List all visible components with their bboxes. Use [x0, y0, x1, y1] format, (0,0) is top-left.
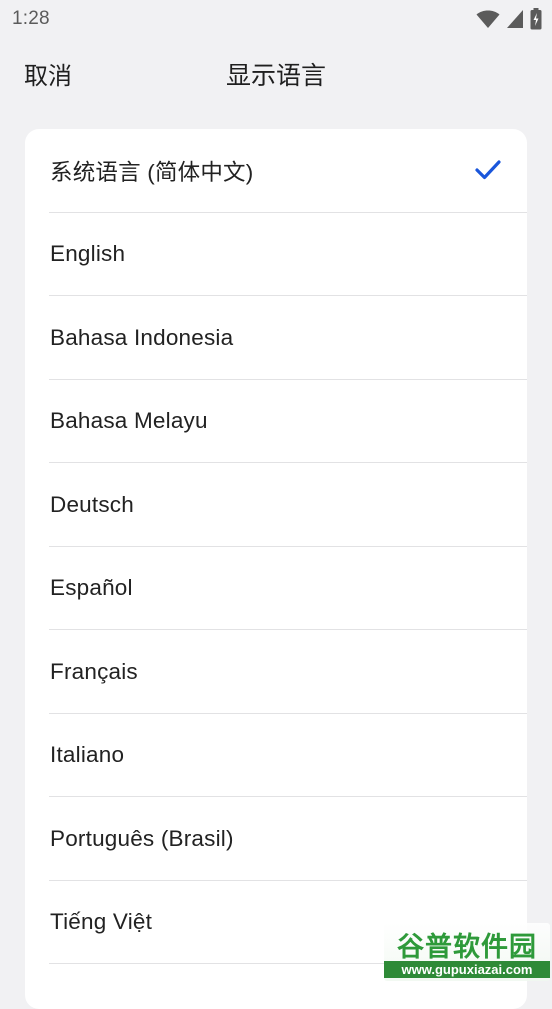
language-list-card: 系统语言 (简体中文) English Bahasa Indonesia Bah… [25, 129, 527, 1009]
language-item-bahasa-indonesia[interactable]: Bahasa Indonesia [25, 296, 527, 380]
language-label: Français [50, 658, 138, 684]
language-label: Español [50, 575, 133, 601]
cellular-signal-icon [507, 10, 523, 28]
language-item-english[interactable]: English [25, 213, 527, 297]
language-label: Tiếng Việt [50, 909, 153, 935]
language-item-francais[interactable]: Français [25, 630, 527, 714]
language-label: Português (Brasil) [50, 825, 234, 851]
status-icons [476, 8, 542, 30]
language-label: Bahasa Melayu [50, 408, 208, 434]
battery-charging-icon [530, 8, 542, 30]
page-title: 显示语言 [225, 62, 326, 90]
language-label: English [50, 241, 126, 267]
language-label: Italiano [50, 742, 125, 768]
language-label: 系统语言 (简体中文) [50, 159, 254, 185]
language-item-bahasa-melayu[interactable]: Bahasa Melayu [25, 380, 527, 464]
watermark-logo: 谷普软件园 www.gupuxiazai.com [384, 923, 550, 981]
checkmark-icon [475, 160, 501, 180]
wifi-icon [476, 10, 500, 28]
watermark-title: 谷普软件园 [397, 932, 537, 962]
language-item-italiano[interactable]: Italiano [25, 714, 527, 798]
status-bar: 1:28 [0, 0, 552, 38]
language-item-portugues-brasil[interactable]: Português (Brasil) [25, 797, 527, 881]
language-item-espanol[interactable]: Español [25, 547, 527, 631]
watermark-url: www.gupuxiazai.com [384, 961, 550, 978]
language-label: Deutsch [50, 491, 134, 517]
header: 取消 显示语言 [0, 40, 552, 104]
language-label: Bahasa Indonesia [50, 324, 234, 350]
language-list: 系统语言 (简体中文) English Bahasa Indonesia Bah… [25, 129, 527, 964]
language-item-deutsch[interactable]: Deutsch [25, 463, 527, 547]
status-time: 1:28 [12, 8, 50, 29]
language-item-system[interactable]: 系统语言 (简体中文) [25, 129, 527, 213]
